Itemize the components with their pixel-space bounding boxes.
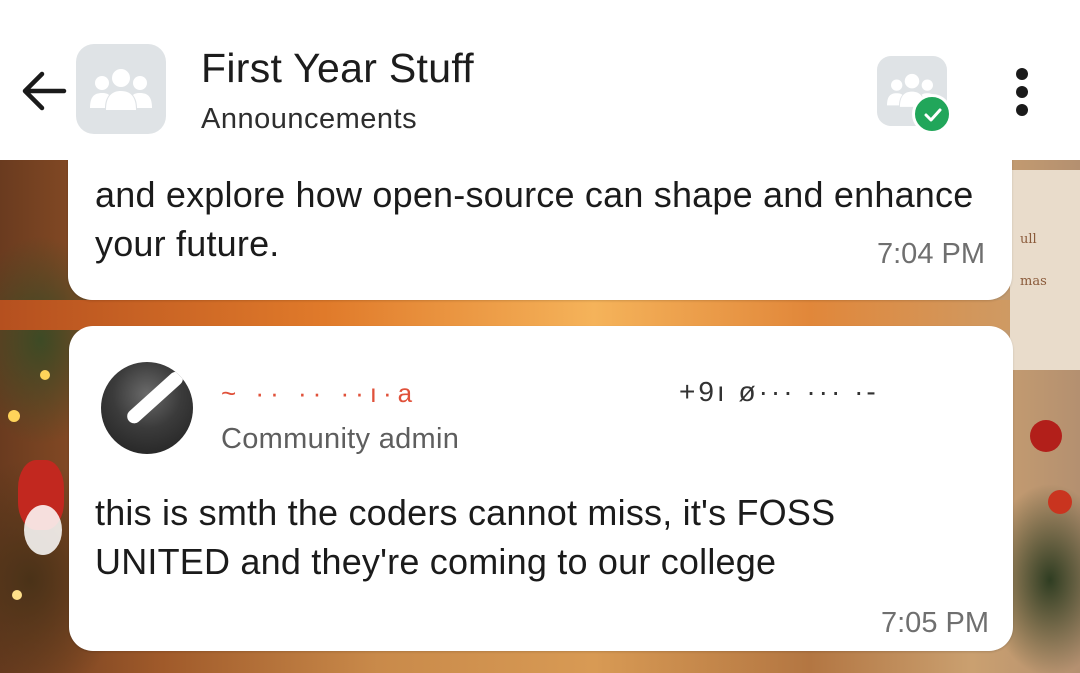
wallpaper-sign: ull mas (1010, 170, 1080, 370)
more-vertical-icon (1016, 68, 1028, 80)
check-badge-icon (912, 94, 952, 134)
more-options-button[interactable] (1006, 66, 1040, 118)
wallpaper-label: mas (1020, 274, 1047, 289)
group-avatar[interactable] (76, 44, 166, 134)
light (40, 370, 50, 380)
back-button[interactable] (18, 68, 68, 114)
message-text: this is smth the coders cannot miss, it'… (95, 492, 836, 582)
sender-avatar[interactable] (101, 362, 193, 454)
group-people-icon (90, 69, 152, 110)
sender-name[interactable]: ~ ·· ·· ··ı·a (221, 378, 418, 409)
ornament (1030, 420, 1062, 452)
message-bubble[interactable]: and explore how open-source can shape an… (68, 140, 1012, 300)
wallpaper-label: ull (1020, 232, 1037, 247)
arrow-left-icon (22, 71, 67, 111)
message-timestamp: 7:05 PM (881, 607, 989, 639)
ornament (1048, 490, 1072, 514)
light (12, 590, 22, 600)
chat-title[interactable]: First Year Stuff (201, 45, 474, 92)
redaction-mark (124, 368, 186, 427)
message-text: and explore how open-source can shape an… (95, 174, 974, 264)
ornament (24, 505, 62, 555)
message-timestamp: 7:04 PM (877, 238, 985, 270)
sender-phone[interactable]: +9ı ø··· ··· ·- (679, 376, 879, 408)
light (8, 410, 20, 422)
sender-role: Community admin (221, 423, 460, 455)
chat-header: First Year Stuff Announcements (0, 0, 1080, 160)
message-bubble[interactable]: ~ ·· ·· ··ı·a +9ı ø··· ··· ·- Community … (69, 326, 1013, 651)
chat-subtitle[interactable]: Announcements (201, 103, 417, 136)
